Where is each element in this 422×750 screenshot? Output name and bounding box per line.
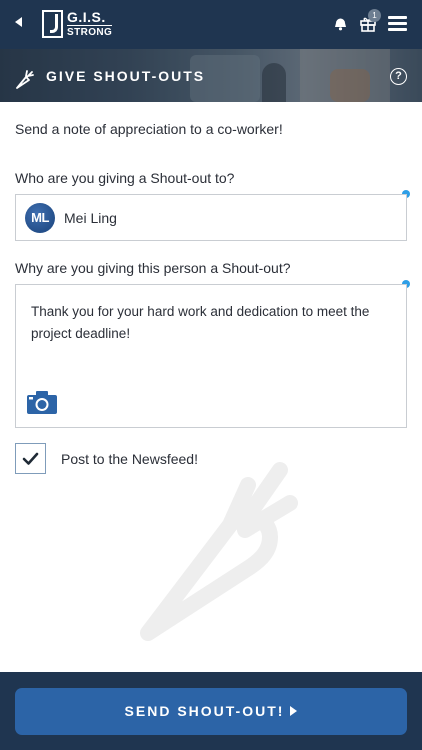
send-shout-out-button[interactable]: SEND SHOUT-OUT! bbox=[15, 688, 407, 735]
reason-label: Why are you giving this person a Shout-o… bbox=[15, 260, 291, 276]
bell-icon[interactable] bbox=[333, 16, 348, 31]
recipient-name: Mei Ling bbox=[64, 210, 117, 226]
logo-text-top: G.I.S. bbox=[67, 9, 106, 25]
play-arrow-icon bbox=[290, 706, 298, 716]
gift-badge: 1 bbox=[368, 9, 381, 22]
camera-icon[interactable] bbox=[26, 390, 58, 415]
reason-textarea[interactable]: Thank you for your hard work and dedicat… bbox=[15, 284, 407, 428]
recipient-field[interactable]: ML Mei Ling bbox=[15, 194, 407, 241]
send-button-label: SEND SHOUT-OUT! bbox=[124, 703, 285, 719]
checkmark-icon bbox=[22, 452, 39, 465]
carrot-watermark-icon bbox=[140, 462, 298, 641]
logo-mark bbox=[42, 10, 63, 38]
back-icon[interactable] bbox=[15, 17, 22, 27]
help-icon[interactable]: ? bbox=[390, 68, 407, 85]
intro-text: Send a note of appreciation to a co-work… bbox=[15, 121, 283, 137]
logo-text-bottom: STRONG bbox=[67, 25, 113, 38]
page-title: GIVE SHOUT-OUTS bbox=[46, 68, 206, 84]
menu-icon[interactable] bbox=[388, 16, 407, 32]
recipient-label: Who are you giving a Shout-out to? bbox=[15, 170, 235, 186]
app-logo[interactable]: G.I.S. STRONG bbox=[42, 9, 113, 38]
post-newsfeed-checkbox[interactable] bbox=[15, 443, 46, 474]
avatar: ML bbox=[25, 203, 55, 233]
carrot-icon bbox=[16, 70, 34, 89]
reason-text: Thank you for your hard work and dedicat… bbox=[31, 304, 370, 341]
